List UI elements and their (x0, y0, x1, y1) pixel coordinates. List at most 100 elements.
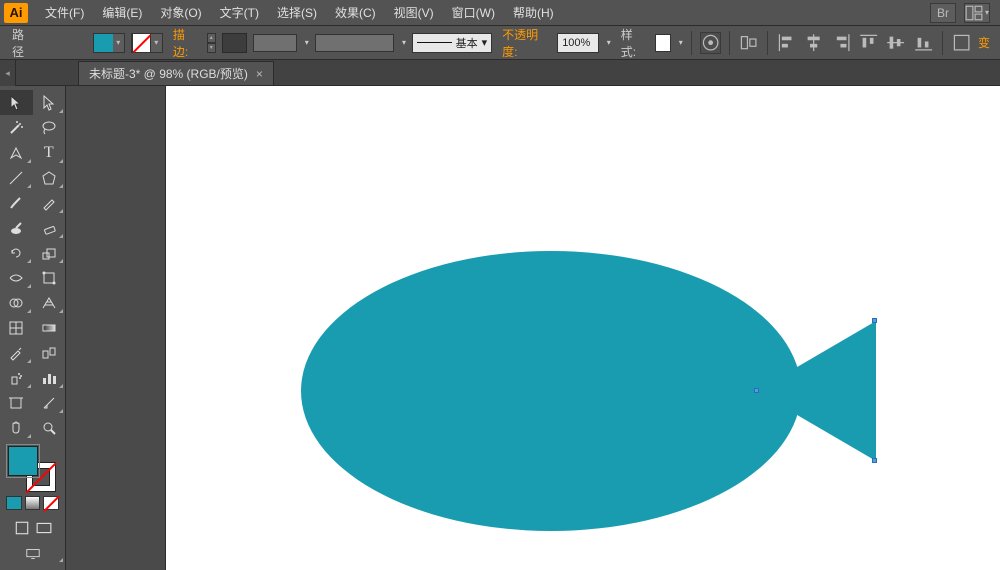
transform-button[interactable] (951, 32, 972, 54)
canvas-area[interactable] (66, 86, 1000, 570)
artboard-tool[interactable] (0, 390, 33, 415)
direct-selection-tool[interactable] (33, 90, 66, 115)
align-left-button[interactable] (776, 32, 797, 54)
divider (691, 31, 692, 55)
recolor-artwork-button[interactable] (700, 32, 721, 54)
stroke-color-swatch[interactable]: ▾ (131, 33, 163, 53)
align-hcenter-button[interactable] (803, 32, 824, 54)
change-screen-mode-button[interactable] (0, 544, 65, 564)
align-vcenter-icon (886, 33, 905, 52)
draw-normal-button[interactable] (14, 518, 30, 538)
anchor-point[interactable] (872, 458, 877, 463)
line-tool[interactable] (0, 165, 33, 190)
scale-tool[interactable] (33, 240, 66, 265)
document-tab[interactable]: 未标题-3* @ 98% (RGB/预览) × (78, 61, 274, 85)
line-preview-icon (417, 42, 452, 43)
hand-tool[interactable] (0, 415, 33, 440)
menu-effect[interactable]: 效果(C) (326, 0, 385, 25)
eraser-tool[interactable] (33, 215, 66, 240)
slice-tool[interactable] (33, 390, 66, 415)
width-tool[interactable] (0, 265, 33, 290)
opacity-label[interactable]: 不透明度: (502, 26, 547, 60)
free-transform-tool[interactable] (33, 265, 66, 290)
triangle-shape[interactable] (756, 321, 876, 461)
align-top-button[interactable] (858, 32, 879, 54)
brush-definition-dropdown[interactable] (315, 34, 394, 52)
shape-tool[interactable] (33, 165, 66, 190)
opacity-input[interactable]: 100% (557, 33, 599, 53)
free-transform-icon (41, 270, 57, 286)
step-up-icon[interactable]: ▴ (207, 33, 216, 43)
align-hcenter-icon (804, 33, 823, 52)
align-vcenter-button[interactable] (885, 32, 906, 54)
cursor-icon (8, 95, 24, 111)
type-tool[interactable]: T (33, 140, 66, 165)
align-right-button[interactable] (831, 32, 852, 54)
rotate-tool[interactable] (0, 240, 33, 265)
arrange-icon (965, 4, 983, 22)
menu-edit[interactable]: 编辑(E) (93, 0, 151, 25)
app-logo: Ai (4, 3, 28, 23)
pencil-tool[interactable] (33, 190, 66, 215)
align-button-1[interactable] (738, 32, 759, 54)
polygon-icon (41, 170, 57, 186)
step-down-icon[interactable]: ▾ (207, 43, 216, 53)
arrange-documents-button[interactable]: ▾ (964, 3, 990, 23)
zoom-tool[interactable] (33, 415, 66, 440)
none-mode-button[interactable] (43, 496, 59, 510)
stroke-weight-input[interactable] (222, 33, 247, 53)
close-icon[interactable]: × (256, 67, 263, 81)
fill-stroke-indicator[interactable] (0, 444, 65, 494)
transform-icon (952, 33, 971, 52)
fill-color-swatch[interactable]: ▾ (93, 33, 125, 53)
selection-tool[interactable] (0, 90, 33, 115)
divider (729, 31, 730, 55)
fill-color-chip (94, 34, 113, 52)
scale-icon (41, 245, 57, 261)
color-mode-button[interactable] (6, 496, 22, 510)
align-bottom-icon (914, 33, 933, 52)
brush-style-dropdown[interactable]: 基本 ▾ (412, 33, 492, 53)
bridge-button[interactable]: Br (930, 3, 956, 23)
blend-tool[interactable] (33, 340, 66, 365)
chevron-down-icon: ▾ (482, 36, 488, 49)
mesh-tool[interactable] (0, 315, 33, 340)
perspective-icon (41, 295, 57, 311)
gradient-tool[interactable] (33, 315, 66, 340)
graphic-style-swatch[interactable] (655, 34, 671, 52)
magic-wand-tool[interactable] (0, 115, 33, 140)
menu-view[interactable]: 视图(V) (385, 0, 443, 25)
fill-swatch[interactable] (8, 446, 38, 476)
eyedropper-tool[interactable] (0, 340, 33, 365)
menu-type[interactable]: 文字(T) (211, 0, 268, 25)
stroke-profile-dropdown[interactable] (253, 34, 297, 52)
blob-icon (8, 220, 24, 236)
gradient-mode-button[interactable] (25, 496, 41, 510)
column-graph-tool[interactable] (33, 365, 66, 390)
pen-tool[interactable] (0, 140, 33, 165)
ellipse-shape[interactable] (301, 251, 801, 531)
anchor-point[interactable] (754, 388, 759, 393)
stroke-weight-stepper[interactable]: ▴ ▾ (207, 33, 216, 53)
blob-brush-tool[interactable] (0, 215, 33, 240)
lasso-tool[interactable] (33, 115, 66, 140)
menu-file[interactable]: 文件(F) (36, 0, 93, 25)
menu-select[interactable]: 选择(S) (268, 0, 326, 25)
shape-builder-tool[interactable] (0, 290, 33, 315)
symbol-sprayer-tool[interactable] (0, 365, 33, 390)
perspective-grid-tool[interactable] (33, 290, 66, 315)
panel-collapse-stub[interactable]: ◂ (0, 60, 16, 86)
align-bottom-button[interactable] (913, 32, 934, 54)
artboard[interactable] (166, 86, 1000, 570)
menu-window[interactable]: 窗口(W) (443, 0, 504, 25)
anchor-point[interactable] (872, 318, 877, 323)
document-tab-title: 未标题-3* @ 98% (RGB/预览) (89, 65, 248, 82)
stroke-label[interactable]: 描边: (173, 26, 197, 60)
screen-mode-button[interactable] (36, 518, 52, 538)
menu-object[interactable]: 对象(O) (151, 0, 210, 25)
menu-help[interactable]: 帮助(H) (504, 0, 563, 25)
paintbrush-tool[interactable] (0, 190, 33, 215)
toolbox: T (0, 86, 66, 570)
style-label: 样式: (621, 26, 645, 60)
artboard-icon (8, 395, 24, 411)
